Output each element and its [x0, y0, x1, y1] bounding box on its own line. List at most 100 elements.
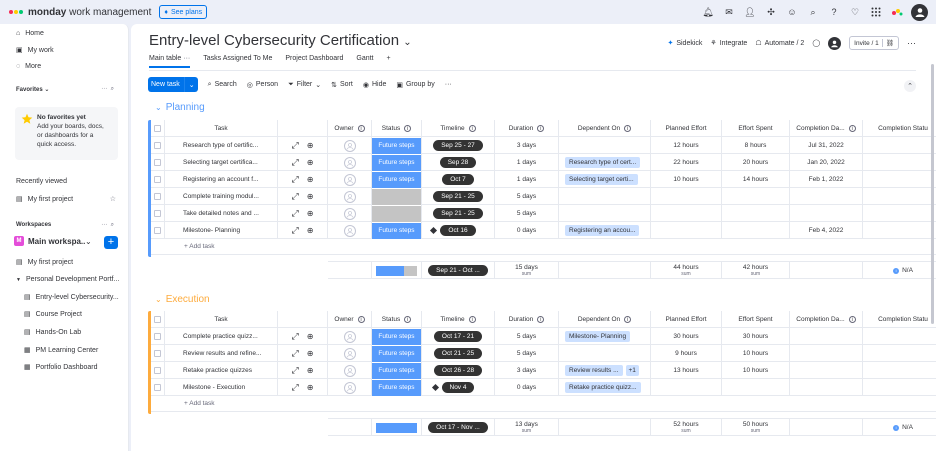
- dependent-on-cell[interactable]: Selecting target certi...: [559, 171, 651, 188]
- filter-button[interactable]: ⏷ Filter ⌄: [288, 81, 321, 89]
- status-label-empty[interactable]: [372, 188, 421, 205]
- row-checkbox[interactable]: [151, 154, 165, 171]
- planned-effort-cell[interactable]: 10 hours: [651, 171, 722, 188]
- planned-effort-cell[interactable]: 12 hours: [651, 137, 722, 154]
- completion-date-cell[interactable]: [790, 345, 863, 362]
- task-name-cell[interactable]: Complete training modul...: [165, 188, 278, 205]
- add-update-icon[interactable]: ⊕: [307, 226, 314, 235]
- user-avatar[interactable]: [911, 3, 928, 21]
- dependency-tag[interactable]: Research type of cert...: [565, 157, 641, 168]
- planned-effort-cell[interactable]: [651, 379, 722, 396]
- task-name-cell[interactable]: Review results and refine...: [165, 345, 278, 362]
- open-item-icon[interactable]: ⤢: [292, 208, 299, 219]
- task-name-cell[interactable]: Complete practice quizz...: [165, 328, 278, 345]
- select-all-checkbox[interactable]: [151, 120, 165, 137]
- owner-cell[interactable]: [328, 362, 372, 379]
- status-cell[interactable]: Future steps: [372, 362, 422, 379]
- add-update-icon[interactable]: ⊕: [307, 158, 314, 167]
- dependent-on-cell[interactable]: Registering an accou...: [559, 222, 651, 239]
- task-name-cell[interactable]: Retake practice quizzes: [165, 362, 278, 379]
- effort-spent-cell[interactable]: 8 hours: [722, 137, 790, 154]
- tab-tasks-assigned[interactable]: Tasks Assigned To Me: [203, 55, 272, 68]
- add-update-icon[interactable]: ⊕: [307, 332, 314, 341]
- dependent-on-cell[interactable]: [559, 345, 651, 362]
- info-icon[interactable]: i: [357, 316, 365, 323]
- owner-cell[interactable]: [328, 154, 372, 171]
- ws-item-portfolio-dashboard[interactable]: ▦ Portfolio Dashboard: [24, 363, 98, 372]
- timeline-cell[interactable]: Sep 28: [422, 154, 495, 171]
- info-icon[interactable]: i: [404, 316, 412, 323]
- effort-spent-cell[interactable]: 30 hours: [722, 328, 790, 345]
- col-header-timeline[interactable]: Timeline i: [422, 311, 495, 328]
- favorites-header[interactable]: Favorites ⌄ ··· ⌕: [16, 86, 114, 93]
- row-checkbox[interactable]: [151, 171, 165, 188]
- row-checkbox[interactable]: [151, 222, 165, 239]
- planned-effort-cell[interactable]: [651, 188, 722, 205]
- status-label[interactable]: Future steps: [372, 154, 421, 171]
- tab-gantt[interactable]: Gantt: [356, 55, 373, 68]
- status-cell[interactable]: Future steps: [372, 222, 422, 239]
- open-item-icon[interactable]: ⤢: [292, 225, 299, 236]
- heart-icon[interactable]: ♡: [848, 5, 862, 19]
- sidekick-button[interactable]: ✦ Sidekick: [667, 39, 702, 48]
- table-row[interactable]: Selecting target certifica... ⤢ ⊕ Future st…: [151, 154, 936, 171]
- owner-cell[interactable]: [328, 379, 372, 396]
- planned-effort-cell[interactable]: [651, 222, 722, 239]
- apps-puzzle-icon[interactable]: ✣: [764, 5, 778, 19]
- table-row[interactable]: Take detailed notes and ... ⤢ ⊕ Sep 21 - 25…: [151, 205, 936, 222]
- open-item-icon[interactable]: ⤢: [292, 365, 299, 376]
- completion-date-cell[interactable]: [790, 328, 863, 345]
- completion-date-cell[interactable]: [790, 362, 863, 379]
- col-header-status[interactable]: Status i: [372, 311, 422, 328]
- open-item-icon[interactable]: ⤢: [292, 348, 299, 359]
- updates-button[interactable]: ◯: [812, 39, 820, 47]
- more-dots-icon[interactable]: ···: [183, 55, 190, 62]
- col-header-effort-spent[interactable]: Effort Spent: [722, 311, 790, 328]
- person-filter-button[interactable]: ◎ Person: [247, 81, 278, 89]
- add-task-row[interactable]: + Add task: [151, 239, 936, 255]
- tab-project-dashboard[interactable]: Project Dashboard: [285, 55, 343, 68]
- search-button[interactable]: ⌕ Search: [208, 81, 237, 89]
- invite-button[interactable]: Invite / 1 ⛓: [849, 36, 899, 50]
- add-update-icon[interactable]: ⊕: [307, 175, 314, 184]
- completion-date-cell[interactable]: Jul 31, 2022: [790, 137, 863, 154]
- info-icon[interactable]: i: [848, 316, 856, 323]
- dependent-on-cell[interactable]: Research type of cert...: [559, 154, 651, 171]
- dependent-on-cell[interactable]: [559, 188, 651, 205]
- vertical-scrollbar[interactable]: [931, 64, 934, 324]
- info-icon[interactable]: i: [537, 125, 545, 132]
- info-icon[interactable]: i: [404, 125, 412, 132]
- col-header-effort-spent[interactable]: Effort Spent: [722, 120, 790, 137]
- see-plans-button[interactable]: ♦ See plans: [159, 5, 208, 19]
- workspace-selector[interactable]: M Main workspa... ⌄: [14, 236, 92, 246]
- sort-button[interactable]: ⇅ Sort: [331, 81, 353, 89]
- search-icon[interactable]: ⌕: [806, 5, 820, 19]
- sidebar-my-work[interactable]: ▣ My work: [16, 46, 54, 55]
- open-item-icon[interactable]: ⤢: [292, 331, 299, 342]
- ws-item-hands-on-lab[interactable]: ▤ Hands-On Lab: [24, 328, 81, 337]
- completion-date-cell[interactable]: [790, 205, 863, 222]
- status-label[interactable]: Future steps: [372, 222, 421, 239]
- timeline-cell[interactable]: Oct 16: [422, 222, 495, 239]
- owner-cell[interactable]: [328, 222, 372, 239]
- ws-item-course-project[interactable]: ▤ Course Project: [24, 310, 82, 319]
- link-icon[interactable]: ⛓: [881, 39, 894, 47]
- status-cell[interactable]: Future steps: [372, 345, 422, 362]
- open-item-icon[interactable]: ⤢: [292, 382, 299, 393]
- table-row[interactable]: Research type of certific... ⤢ ⊕ Future ste…: [151, 137, 936, 154]
- task-name-cell[interactable]: Take detailed notes and ...: [165, 205, 278, 222]
- timeline-cell[interactable]: Oct 26 - 28: [422, 362, 495, 379]
- info-icon[interactable]: i: [357, 125, 365, 132]
- status-cell[interactable]: Future steps: [372, 171, 422, 188]
- status-cell[interactable]: [372, 205, 422, 222]
- table-row[interactable]: Complete training modul... ⤢ ⊕ Sep 21 - 25 5…: [151, 188, 936, 205]
- dependency-tag[interactable]: Registering an accou...: [565, 225, 640, 236]
- effort-spent-cell[interactable]: 10 hours: [722, 362, 790, 379]
- status-label[interactable]: Future steps: [372, 345, 421, 362]
- effort-spent-cell[interactable]: [722, 379, 790, 396]
- timeline-cell[interactable]: Nov 4: [422, 379, 495, 396]
- app-grid-icon[interactable]: [869, 5, 883, 19]
- row-checkbox[interactable]: [151, 362, 165, 379]
- tab-main-table[interactable]: Main table ···: [149, 55, 191, 68]
- add-update-icon[interactable]: ⊕: [307, 366, 314, 375]
